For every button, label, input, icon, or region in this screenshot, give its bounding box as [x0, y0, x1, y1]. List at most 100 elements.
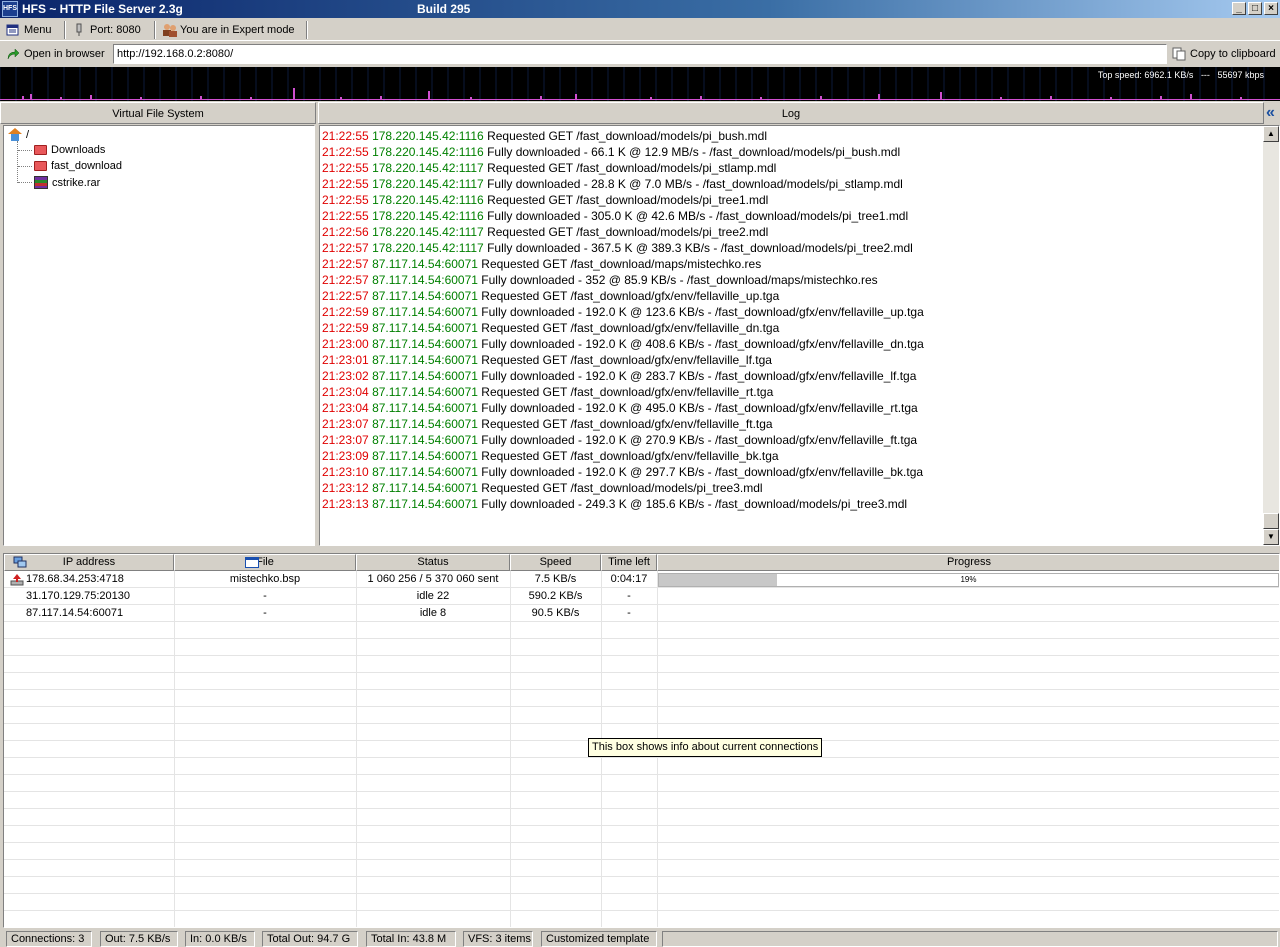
tree-line	[18, 150, 32, 151]
cell-ip: 31.170.129.75:20130	[26, 590, 130, 602]
status-total-out: Total Out: 94.7 G	[262, 931, 358, 947]
grid-row-line	[4, 792, 1279, 809]
scroll-thumb[interactable]	[1263, 513, 1279, 529]
status-template[interactable]: Customized template	[541, 931, 657, 947]
log-message: Requested GET /fast_download/gfx/env/fel…	[481, 417, 773, 431]
cell-status: 1 060 256 / 5 370 060 sent	[367, 573, 499, 585]
column-header-file[interactable]: File	[174, 554, 356, 571]
cell-speed: 90.5 KB/s	[531, 607, 580, 619]
url-bar: Open in browser Copy to clipboard	[0, 42, 1280, 66]
log-time: 21:23:00	[322, 337, 369, 351]
log-line: 21:23:07 87.117.14.54:60071 Fully downlo…	[322, 432, 917, 448]
grid-col-line	[356, 571, 357, 927]
toolbar-separator	[306, 21, 308, 39]
log-message: Fully downloaded - 367.5 K @ 389.3 KB/s …	[487, 241, 913, 255]
column-header-status[interactable]: Status	[356, 554, 510, 571]
log-message: Requested GET /fast_download/models/pi_t…	[487, 225, 769, 239]
log-message: Requested GET /fast_download/models/pi_b…	[487, 129, 768, 143]
log-message: Fully downloaded - 192.0 K @ 123.6 KB/s …	[481, 305, 924, 319]
open-in-browser-button[interactable]: Open in browser	[6, 45, 105, 63]
vfs-item-label: Downloads	[51, 144, 106, 156]
expert-mode-button[interactable]: You are in Expert mode	[162, 21, 295, 39]
grid-row-line	[4, 690, 1279, 707]
browser-arrow-icon	[6, 47, 20, 61]
grid-row-line	[4, 826, 1279, 843]
close-button[interactable]: ×	[1264, 2, 1278, 15]
log-time: 21:23:10	[322, 465, 369, 479]
log-ip: 87.117.14.54:60071	[372, 257, 478, 271]
vfs-tree[interactable]: / Downloads fast_download cstrike.rar	[3, 125, 315, 546]
log-time: 21:23:01	[322, 353, 369, 367]
rar-archive-icon	[34, 176, 48, 189]
log-message: Fully downloaded - 192.0 K @ 283.7 KB/s …	[481, 369, 917, 383]
column-header-ip[interactable]: IP address	[4, 554, 174, 571]
log-line: 21:22:55 178.220.145.42:1116 Fully downl…	[322, 208, 908, 224]
log-ip: 87.117.14.54:60071	[372, 481, 478, 495]
grid-row-line	[4, 673, 1279, 690]
log-message: Fully downloaded - 192.0 K @ 408.6 KB/s …	[481, 337, 924, 351]
column-header-progress[interactable]: Progress	[657, 554, 1279, 571]
log-message: Requested GET /fast_download/models/pi_s…	[487, 161, 777, 175]
log-message: Fully downloaded - 192.0 K @ 270.9 KB/s …	[481, 433, 918, 447]
vfs-root[interactable]: /	[8, 128, 29, 141]
log-ip: 178.220.145.42:1117	[372, 241, 484, 255]
vfs-item-downloads[interactable]: Downloads	[34, 144, 105, 156]
current-speed-label: 55697 kbps	[1217, 70, 1264, 80]
tree-line	[18, 182, 32, 183]
log-ip: 87.117.14.54:60071	[372, 449, 478, 463]
scroll-down-arrow-icon[interactable]: ▼	[1263, 529, 1279, 545]
log-line: 21:23:12 87.117.14.54:60071 Requested GE…	[322, 480, 763, 496]
menu-button[interactable]: Menu	[6, 21, 52, 39]
log-time: 21:23:07	[322, 433, 369, 447]
log-area[interactable]: 21:22:55 178.220.145.42:1116 Requested G…	[319, 125, 1280, 546]
status-connections: Connections: 3	[6, 931, 92, 947]
vfs-item-cstrike-rar[interactable]: cstrike.rar	[34, 176, 100, 189]
log-ip: 87.117.14.54:60071	[372, 305, 478, 319]
vfs-item-fast-download[interactable]: fast_download	[34, 160, 122, 172]
cell-status: idle 22	[416, 590, 450, 602]
maximize-button[interactable]: □	[1248, 2, 1262, 15]
collapse-log-button[interactable]: «	[1266, 104, 1280, 122]
grid-row-line	[4, 622, 1279, 639]
hfs-app-icon[interactable]: HFS	[2, 1, 18, 17]
log-ip: 178.220.145.42:1117	[372, 161, 484, 175]
grid-row-line	[4, 707, 1279, 724]
log-ip: 87.117.14.54:60071	[372, 417, 478, 431]
log-ip: 178.220.145.42:1116	[372, 193, 484, 207]
grid-row-line	[4, 639, 1279, 656]
log-line: 21:22:59 87.117.14.54:60071 Fully downlo…	[322, 304, 924, 320]
log-time: 21:22:55	[322, 209, 369, 223]
minimize-button[interactable]: _	[1232, 2, 1246, 15]
log-time: 21:23:13	[322, 497, 369, 511]
url-field[interactable]	[113, 44, 1167, 64]
speed-separator: ---	[1200, 70, 1210, 80]
speed-graph: Top speed: 6962.1 KB/s --- 55697 kbps	[0, 67, 1280, 101]
log-line: 21:22:55 178.220.145.42:1116 Fully downl…	[322, 144, 900, 160]
copy-to-clipboard-button[interactable]: Copy to clipboard	[1172, 45, 1276, 63]
log-time: 21:22:57	[322, 273, 369, 287]
log-time: 21:23:09	[322, 449, 369, 463]
log-line: 21:22:55 178.220.145.42:1116 Requested G…	[322, 128, 767, 144]
column-header-time-left[interactable]: Time left	[601, 554, 657, 571]
copy-to-clipboard-label: Copy to clipboard	[1190, 48, 1276, 60]
log-time: 21:22:57	[322, 257, 369, 271]
port-button[interactable]: Port: 8080	[72, 21, 141, 39]
tree-line	[17, 141, 18, 183]
open-in-browser-label: Open in browser	[24, 48, 105, 60]
log-line: 21:23:04 87.117.14.54:60071 Fully downlo…	[322, 400, 918, 416]
log-message: Fully downloaded - 249.3 K @ 185.6 KB/s …	[481, 497, 908, 511]
log-time: 21:22:55	[322, 161, 369, 175]
window-title: HFS ~ HTTP File Server 2.3g	[22, 2, 183, 16]
log-line: 21:23:01 87.117.14.54:60071 Requested GE…	[322, 352, 772, 368]
log-ip: 87.117.14.54:60071	[372, 385, 478, 399]
log-time: 21:22:56	[322, 225, 369, 239]
cell-time-left: -	[627, 590, 631, 602]
status-vfs-items[interactable]: VFS: 3 items	[463, 931, 533, 947]
folder-icon	[34, 161, 47, 171]
log-ip: 87.117.14.54:60071	[372, 289, 478, 303]
log-scrollbar[interactable]: ▲ ▼	[1263, 126, 1279, 545]
home-icon	[8, 128, 22, 141]
column-header-speed[interactable]: Speed	[510, 554, 601, 571]
scroll-up-arrow-icon[interactable]: ▲	[1263, 126, 1279, 142]
log-ip: 87.117.14.54:60071	[372, 497, 478, 511]
